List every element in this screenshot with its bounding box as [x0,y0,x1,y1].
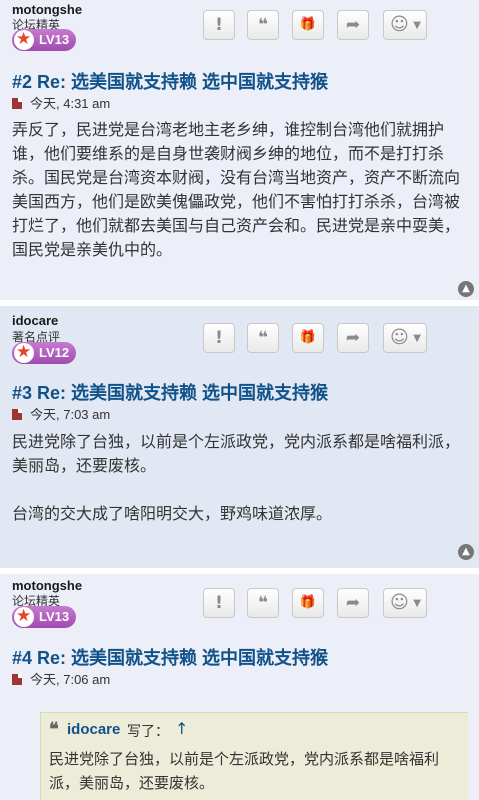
gift-icon: 🎁 [299,595,317,610]
quote-button[interactable]: ❝ [247,10,279,40]
gift-button[interactable]: 🎁 [292,588,324,618]
report-button[interactable]: ! [203,10,235,40]
post-icon[interactable] [12,674,22,685]
back-to-top-icon[interactable]: ▲ [458,544,474,560]
post-content: 弄反了，民进党是台湾老地主老乡绅，谁控制台湾他们就拥护谁，他们要维系的是自身世袭… [12,118,468,262]
author-name[interactable]: motongshe [12,578,82,593]
post-meta: 今天, 7:03 am [12,404,110,423]
level-label: LV12 [39,345,70,360]
post-icon[interactable] [12,98,22,109]
author-name[interactable]: motongshe [12,2,82,17]
share-icon: ➦ [345,15,361,35]
post-title[interactable]: #3 Re: 选美国就支持赖 选中国就支持猴 [12,379,328,405]
level-badge: LV13 [12,29,76,51]
share-button[interactable]: ➦ [337,588,369,618]
level-badge: LV13 [12,606,76,628]
post-title[interactable]: #2 Re: 选美国就支持赖 选中国就支持猴 [12,68,328,94]
chevron-down-icon: ▼ [413,333,421,344]
report-button[interactable]: ! [203,588,235,618]
post-time: 今天, 7:03 am [30,407,111,422]
quote-icon: ❝ [258,593,268,613]
quote-block: ❝ idocare 写了： ↑ 民进党除了台独，以前是个左派政党，党内派系都是啥… [40,712,468,800]
post-meta: 今天, 4:31 am [12,93,110,112]
quote-text: 民进党除了台独，以前是个左派政党，党内派系都是啥福利派，美丽岛，还要废核。 [49,750,440,792]
quote-button[interactable]: ❝ [247,588,279,618]
gift-icon: 🎁 [299,17,317,32]
quote-icon: ❝ [49,719,59,740]
smiley-icon: ☺ [390,592,409,613]
post-time: 今天, 4:31 am [30,96,111,111]
level-badge: LV12 [12,342,76,364]
report-button[interactable]: ! [203,323,235,353]
star-icon [14,606,34,627]
post-2: motongshe 论坛精英 LV13 ! ❝ 🎁 ➦ ☺▼ #2 Re: 选美… [0,0,479,300]
emoji-button[interactable]: ☺ ▼ [383,588,427,618]
share-icon: ➦ [345,593,361,613]
share-button[interactable]: ➦ [337,323,369,353]
chevron-down-icon: ▼ [413,20,421,31]
quote-icon: ❝ [258,328,268,348]
post-icon[interactable] [12,409,22,420]
chevron-down-icon: ▼ [413,598,421,609]
author-name[interactable]: idocare [12,313,58,328]
quote-said-label: 写了： [127,724,169,740]
back-to-top-icon[interactable]: ▲ [458,281,474,297]
post-meta: 今天, 7:06 am [12,669,110,688]
share-button[interactable]: ➦ [337,10,369,40]
level-label: LV13 [39,609,70,624]
gift-button[interactable]: 🎁 [292,323,324,353]
arrow-up-icon[interactable]: ↑ [175,719,188,738]
emoji-button[interactable]: ☺ ▼ [383,323,427,353]
post-3: idocare 著名点评 LV12 ! ❝ 🎁 ➦ ☺▼ #3 Re: 选美国就… [0,306,479,568]
star-icon [14,29,34,50]
post-content: 民进党除了台独，以前是个左派政党，党内派系都是啥福利派，美丽岛，还要废核。 台湾… [12,430,468,526]
exclamation-icon: ! [215,593,223,613]
exclamation-icon: ! [215,15,223,35]
share-icon: ➦ [345,328,361,348]
quote-icon: ❝ [258,15,268,35]
emoji-button[interactable]: ☺ ▼ [383,10,427,40]
post-paragraph: 民进党除了台独，以前是个左派政党，党内派系都是啥福利派，美丽岛，还要废核。 [12,432,461,475]
gift-button[interactable]: 🎁 [292,10,324,40]
smiley-icon: ☺ [390,14,409,35]
quote-author[interactable]: idocare [67,721,120,738]
gift-icon: 🎁 [299,330,317,345]
quote-button[interactable]: ❝ [247,323,279,353]
exclamation-icon: ! [215,328,223,348]
post-paragraph: 台湾的交大成了啥阳明交大，野鸡味道浓厚。 [12,504,333,523]
level-label: LV13 [39,32,70,47]
post-paragraph: 弄反了，民进党是台湾老地主老乡绅，谁控制台湾他们就拥护谁，他们要维系的是自身世袭… [12,120,461,259]
star-icon [14,342,34,363]
smiley-icon: ☺ [390,327,409,348]
post-title[interactable]: #4 Re: 选美国就支持赖 选中国就支持猴 [12,644,328,670]
post-time: 今天, 7:06 am [30,672,111,687]
